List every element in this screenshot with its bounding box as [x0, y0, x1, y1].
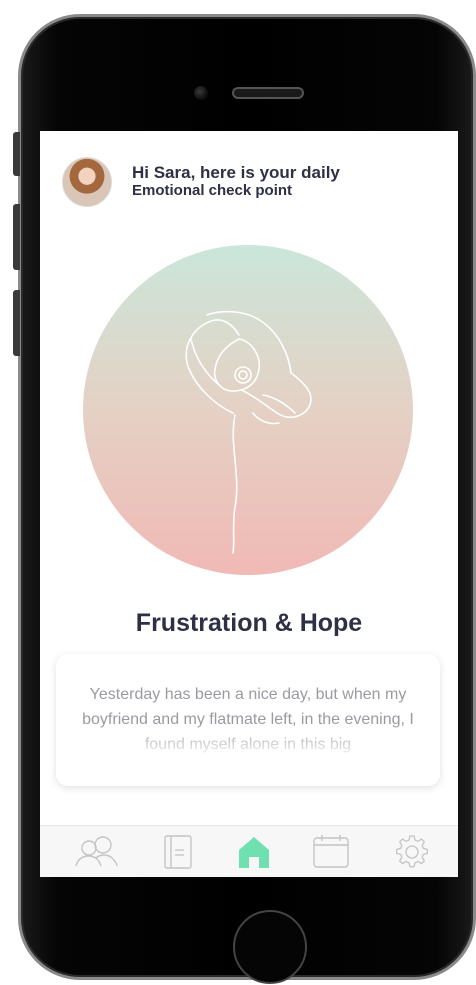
tab-calendar[interactable]: [312, 834, 352, 870]
mood-title: Frustration & Hope: [135, 609, 363, 637]
greeting-line-2: Emotional check point: [132, 182, 293, 199]
journal-note-card[interactable]: Yesterday has been a nice day, but when …: [56, 654, 440, 786]
app-screen: Hi Sara, here is your daily Emotional ch…: [40, 131, 458, 877]
bottom-tab-bar: [40, 825, 458, 877]
tab-friends[interactable]: [74, 834, 118, 870]
tab-journal[interactable]: [162, 834, 202, 870]
front-camera: [194, 86, 208, 100]
tab-settings[interactable]: [394, 834, 434, 870]
avatar[interactable]: [62, 157, 112, 207]
greeting-heading: Hi Sara, here is your daily Emotional ch…: [132, 164, 432, 200]
earpiece-speaker: [232, 87, 304, 99]
poppy-flower-icon: [185, 310, 312, 554]
journal-icon: [164, 835, 192, 869]
note-fade-overlay: [56, 724, 440, 764]
settings-gear-icon: [395, 835, 429, 868]
tab-home[interactable]: [236, 834, 276, 870]
greeting-line-1: Hi Sara, here is your daily: [132, 163, 340, 182]
mute-switch: [13, 132, 20, 176]
volume-down-button: [13, 290, 20, 356]
home-icon: [239, 837, 269, 868]
volume-up-button: [13, 204, 20, 270]
home-hardware-button[interactable]: [233, 910, 307, 984]
friends-icon: [75, 836, 118, 867]
calendar-icon: [313, 835, 349, 868]
mood-illustration: [83, 245, 413, 575]
